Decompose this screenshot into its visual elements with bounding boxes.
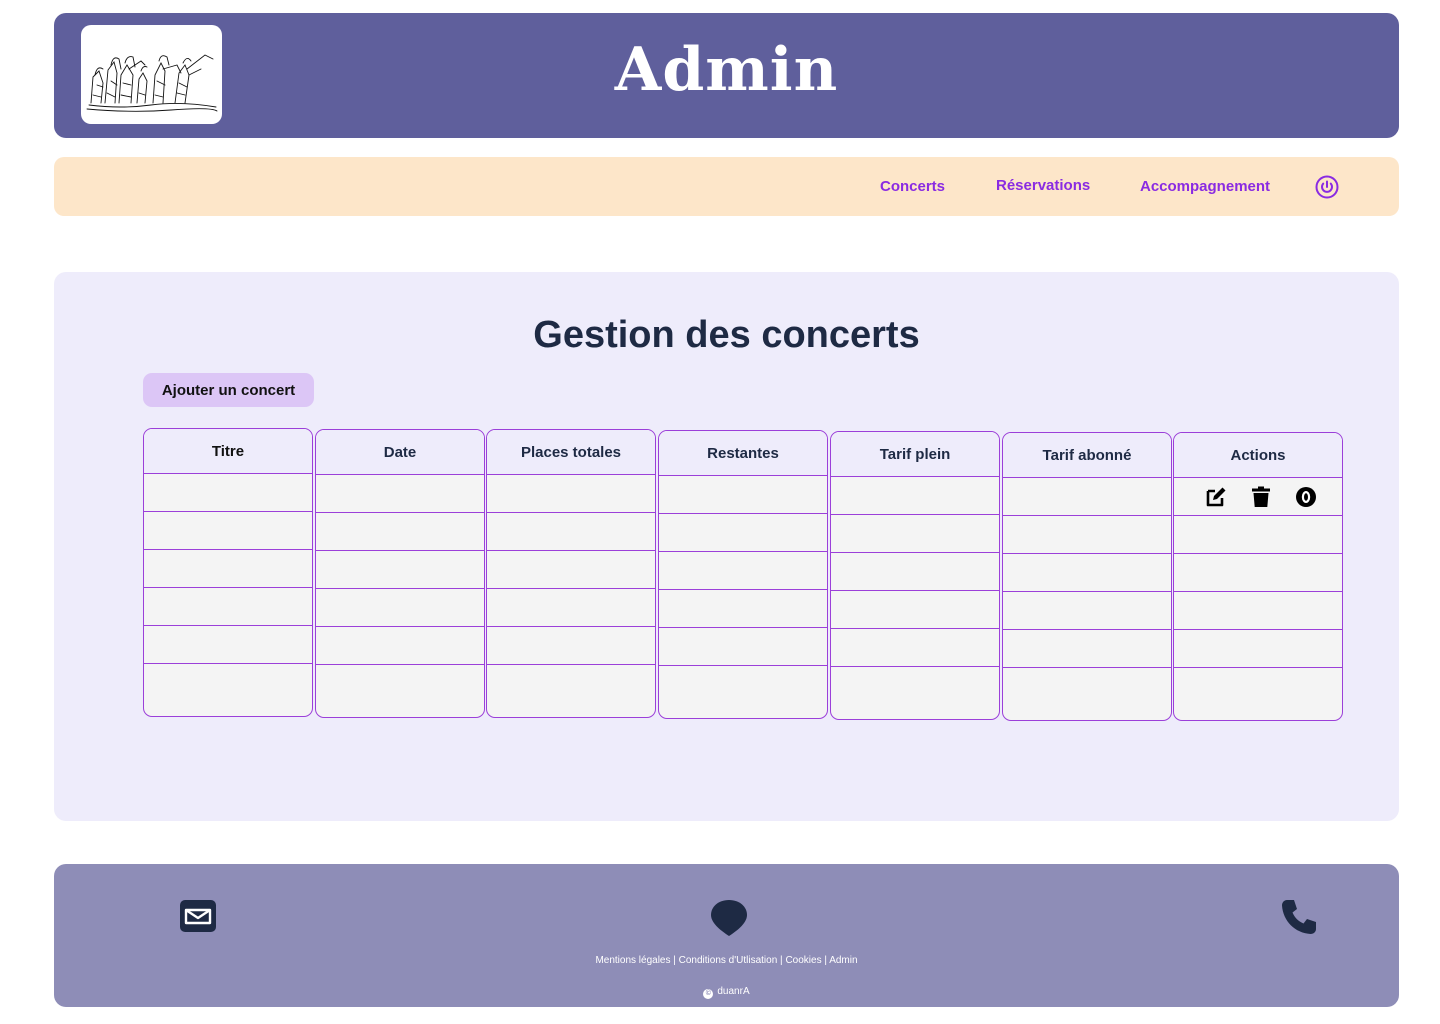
- footer-link-admin[interactable]: Admin: [829, 955, 857, 966]
- row-actions: [1174, 668, 1342, 720]
- table-cell[interactable]: [316, 627, 484, 665]
- column-header-restantes: Restantes: [659, 431, 827, 476]
- row-actions: [1174, 478, 1342, 516]
- table-cell[interactable]: [487, 551, 655, 589]
- column-header-tarif-plein: Tarif plein: [831, 432, 999, 477]
- table-cell[interactable]: [831, 629, 999, 667]
- copyright: © duanrA: [54, 986, 1399, 999]
- table-cell[interactable]: [316, 513, 484, 551]
- footer-separator: |: [670, 955, 679, 966]
- table-cell[interactable]: [316, 551, 484, 589]
- table-column-tarif-abonne: Tarif abonné: [1002, 432, 1172, 721]
- copyright-text: duanrA: [717, 986, 750, 997]
- table-cell[interactable]: [659, 552, 827, 590]
- table-cell[interactable]: [487, 665, 655, 717]
- table-cell[interactable]: [831, 477, 999, 515]
- column-header-places-totales: Places totales: [487, 430, 655, 475]
- table-cell[interactable]: [831, 667, 999, 719]
- table-cell[interactable]: [1003, 478, 1171, 516]
- page-title: Gestion des concerts: [533, 314, 920, 356]
- table-cell[interactable]: [144, 550, 312, 588]
- table-column-titre: Titre: [143, 428, 313, 717]
- nav-link-concerts[interactable]: Concerts: [880, 178, 945, 195]
- column-header-tarif-abonne: Tarif abonné: [1003, 433, 1171, 478]
- table-cell[interactable]: [659, 628, 827, 666]
- table-cell[interactable]: [659, 666, 827, 718]
- table-cell[interactable]: [659, 514, 827, 552]
- table-cell[interactable]: [487, 475, 655, 513]
- table-cell[interactable]: [659, 590, 827, 628]
- table-cell[interactable]: [316, 665, 484, 717]
- edit-icon[interactable]: [1204, 485, 1228, 509]
- mail-icon[interactable]: [180, 900, 216, 932]
- table-cell[interactable]: [487, 589, 655, 627]
- nav-link-reservations[interactable]: Réservations: [996, 177, 1090, 194]
- row-actions: [1174, 554, 1342, 592]
- concert-management-panel: Gestion des concerts Ajouter un concert …: [54, 272, 1399, 821]
- add-concert-button[interactable]: Ajouter un concert: [143, 373, 314, 407]
- location-pin-icon[interactable]: [710, 898, 748, 938]
- nav-link-accompagnement[interactable]: Accompagnement: [1140, 178, 1270, 195]
- table-cell[interactable]: [1003, 592, 1171, 630]
- table-cell[interactable]: [316, 475, 484, 513]
- table-cell[interactable]: [831, 553, 999, 591]
- footer-link-conditions[interactable]: Conditions d'Utlisation: [679, 955, 778, 966]
- table-column-tarif-plein: Tarif plein: [830, 431, 1000, 720]
- row-actions: [1174, 592, 1342, 630]
- eye-off-icon[interactable]: [1294, 485, 1318, 509]
- table-column-restantes: Restantes: [658, 430, 828, 719]
- table-cell[interactable]: [1003, 668, 1171, 720]
- table-cell[interactable]: [487, 627, 655, 665]
- table-column-actions: Actions: [1173, 432, 1343, 721]
- table-cell[interactable]: [144, 588, 312, 626]
- table-cell[interactable]: [144, 474, 312, 512]
- copyright-icon: ©: [703, 989, 714, 999]
- phone-icon[interactable]: [1280, 898, 1318, 936]
- table-cell[interactable]: [144, 626, 312, 664]
- footer-link-cookies[interactable]: Cookies: [785, 955, 821, 966]
- row-actions: [1174, 630, 1342, 668]
- table-cell[interactable]: [831, 591, 999, 629]
- table-cell[interactable]: [1003, 554, 1171, 592]
- table-cell[interactable]: [144, 664, 312, 716]
- table-cell[interactable]: [487, 513, 655, 551]
- power-icon[interactable]: [1315, 175, 1339, 199]
- table-cell[interactable]: [144, 512, 312, 550]
- column-header-actions: Actions: [1174, 433, 1342, 478]
- site-footer: Mentions légales | Conditions d'Utlisati…: [54, 864, 1399, 1007]
- footer-link-mentions-legales[interactable]: Mentions légales: [595, 955, 670, 966]
- table-cell[interactable]: [316, 589, 484, 627]
- table-cell[interactable]: [1003, 630, 1171, 668]
- column-header-titre: Titre: [144, 429, 312, 474]
- footer-links: Mentions légales | Conditions d'Utlisati…: [54, 955, 1399, 966]
- column-header-date: Date: [316, 430, 484, 475]
- row-actions: [1174, 516, 1342, 554]
- table-column-date: Date: [315, 429, 485, 718]
- trash-icon[interactable]: [1249, 485, 1273, 509]
- main-navigation: Concerts Réservations Accompagnement: [54, 157, 1399, 216]
- table-cell[interactable]: [831, 515, 999, 553]
- page-header-title: Admin: [614, 35, 839, 105]
- site-header: Admin: [54, 13, 1399, 138]
- table-cell[interactable]: [1003, 516, 1171, 554]
- table-column-places-totales: Places totales: [486, 429, 656, 718]
- table-cell[interactable]: [659, 476, 827, 514]
